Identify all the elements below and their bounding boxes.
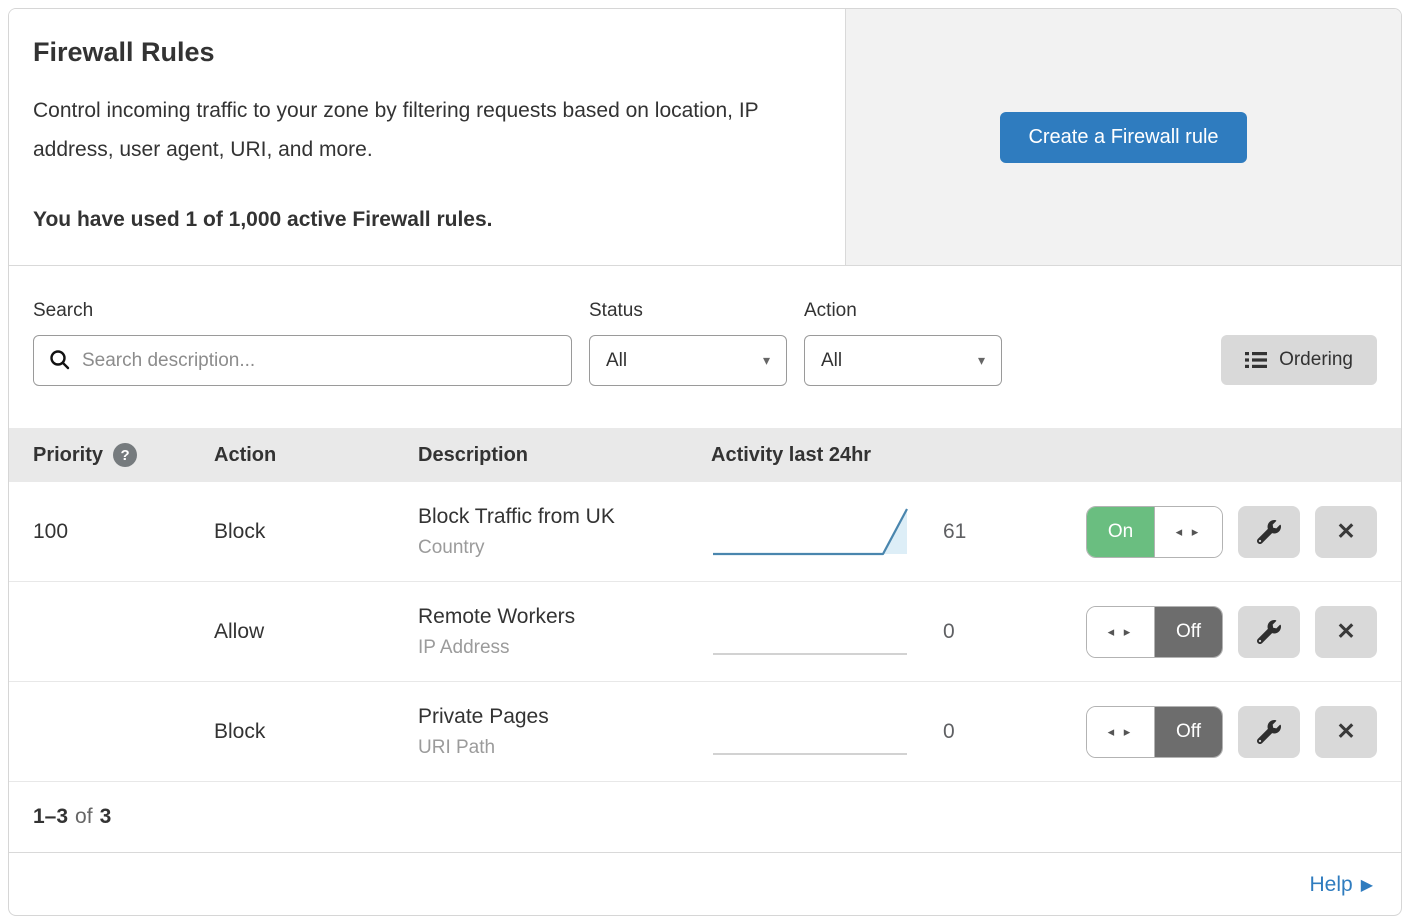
edit-rule-button[interactable] (1238, 706, 1300, 758)
help-bar: Help ▶ (9, 853, 1401, 916)
wrench-icon (1257, 720, 1281, 744)
column-header-activity: Activity last 24hr (711, 444, 1057, 467)
chevron-down-icon: ▾ (763, 352, 770, 369)
delete-rule-button[interactable]: ✕ (1315, 506, 1377, 558)
chevron-down-icon: ▾ (978, 352, 985, 369)
status-label: Status (589, 300, 787, 322)
wrench-icon (1257, 620, 1281, 644)
help-link-label: Help (1309, 873, 1352, 897)
edit-rule-button[interactable] (1238, 606, 1300, 658)
header-action-panel: Create a Firewall rule (846, 9, 1401, 265)
rule-type: Country (418, 537, 711, 559)
search-label: Search (33, 300, 572, 322)
activity-sparkline (711, 501, 911, 563)
rule-action: Block (214, 520, 418, 544)
status-selected-value: All (606, 350, 627, 372)
wrench-icon (1257, 520, 1281, 544)
usage-note: You have used 1 of 1,000 active Firewall… (33, 208, 805, 232)
column-header-action: Action (214, 444, 418, 467)
toggle-handle-icon: ◂ ▸ (1087, 607, 1154, 657)
rule-priority: 100 (33, 520, 214, 544)
action-select[interactable]: All ▾ (804, 335, 1002, 386)
search-filter: Search (33, 300, 572, 386)
ordering-button[interactable]: Ordering (1221, 335, 1377, 385)
table-row: Block Private Pages URI Path 0 ◂ ▸ Off ✕ (9, 682, 1401, 782)
ordering-button-label: Ordering (1279, 349, 1353, 371)
table-header-row: Priority ? Action Description Activity l… (9, 428, 1401, 482)
action-selected-value: All (821, 350, 842, 372)
ordering-list-icon (1245, 351, 1267, 369)
header-section: Firewall Rules Control incoming traffic … (9, 9, 1401, 266)
pagination-range: 1–3 (33, 805, 68, 829)
rule-action: Block (214, 720, 418, 744)
activity-count: 0 (943, 620, 979, 644)
rule-enabled-toggle[interactable]: ◂ ▸ Off (1086, 606, 1223, 658)
page-title: Firewall Rules (33, 37, 805, 68)
close-icon: ✕ (1336, 618, 1355, 645)
rule-enabled-toggle[interactable]: ◂ ▸ Off (1086, 706, 1223, 758)
rule-enabled-toggle[interactable]: On ◂ ▸ (1086, 506, 1223, 558)
pagination-bar: 1–3 of 3 (9, 782, 1401, 853)
activity-sparkline (711, 601, 911, 663)
edit-rule-button[interactable] (1238, 506, 1300, 558)
status-filter: Status All ▾ (589, 300, 787, 386)
column-header-description: Description (418, 444, 711, 467)
table-row: Allow Remote Workers IP Address 0 ◂ ▸ Of… (9, 582, 1401, 682)
activity-sparkline (711, 701, 911, 763)
priority-help-icon[interactable]: ? (113, 443, 137, 467)
rule-type: URI Path (418, 737, 711, 759)
rule-description: Remote Workers (418, 605, 711, 629)
toggle-off-label: Off (1154, 607, 1222, 657)
page-description: Control incoming traffic to your zone by… (33, 92, 803, 170)
pagination-of-label: of (75, 805, 93, 829)
column-header-priority: Priority (33, 444, 103, 467)
action-filter: Action All ▾ (804, 300, 1002, 386)
pagination-total: 3 (100, 805, 112, 829)
toggle-handle-icon: ◂ ▸ (1155, 507, 1222, 557)
rule-description: Block Traffic from UK (418, 505, 711, 529)
close-icon: ✕ (1336, 718, 1355, 745)
header-text-block: Firewall Rules Control incoming traffic … (9, 9, 846, 265)
search-input[interactable] (33, 335, 572, 386)
create-firewall-rule-button[interactable]: Create a Firewall rule (1000, 112, 1246, 163)
activity-count: 61 (943, 520, 979, 544)
toggle-on-label: On (1087, 507, 1155, 557)
help-link[interactable]: Help ▶ (1309, 873, 1373, 897)
firewall-rules-card: Firewall Rules Control incoming traffic … (8, 8, 1402, 916)
activity-count: 0 (943, 720, 979, 744)
rule-description: Private Pages (418, 705, 711, 729)
delete-rule-button[interactable]: ✕ (1315, 606, 1377, 658)
rule-action: Allow (214, 620, 418, 644)
toggle-off-label: Off (1154, 707, 1222, 757)
table-row: 100 Block Block Traffic from UK Country … (9, 482, 1401, 582)
action-label: Action (804, 300, 1002, 322)
rule-type: IP Address (418, 637, 711, 659)
filter-bar: Search Status All ▾ Action All ▾ (9, 266, 1401, 428)
arrow-right-icon: ▶ (1361, 875, 1373, 895)
status-select[interactable]: All ▾ (589, 335, 787, 386)
close-icon: ✕ (1336, 518, 1355, 545)
delete-rule-button[interactable]: ✕ (1315, 706, 1377, 758)
search-icon (49, 349, 71, 371)
toggle-handle-icon: ◂ ▸ (1087, 707, 1154, 757)
